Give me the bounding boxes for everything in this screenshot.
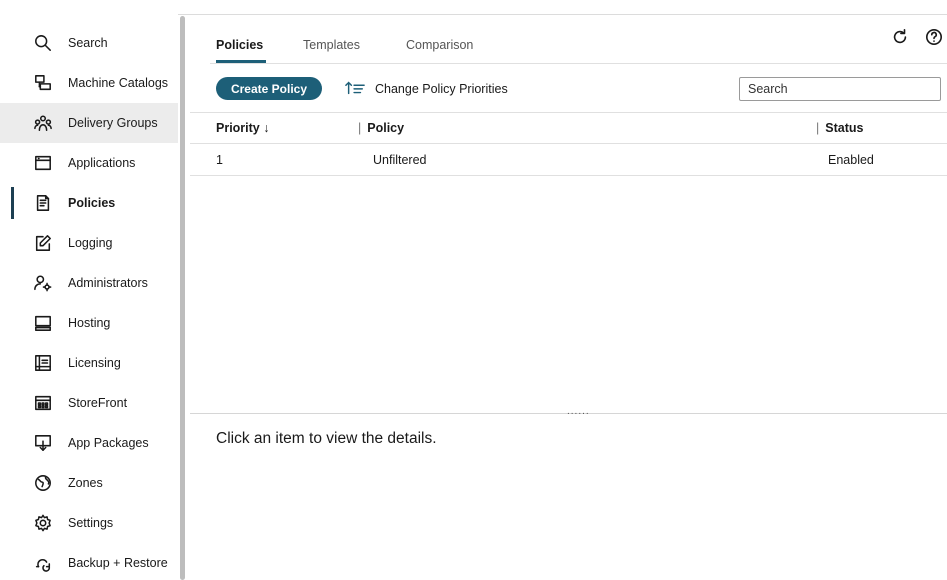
change-priorities-label: Change Policy Priorities — [375, 82, 508, 96]
tab-templates[interactable]: Templates — [303, 38, 360, 52]
sidebar-item-label: Administrators — [68, 276, 148, 290]
search-icon — [33, 33, 53, 53]
create-policy-button[interactable]: Create Policy — [216, 77, 322, 100]
column-header-policy[interactable]: | Policy — [358, 121, 404, 135]
sidebar-item-licensing[interactable]: Licensing — [0, 343, 178, 383]
logging-icon — [33, 233, 53, 253]
table-header: Priority ↓ | Policy | Status — [190, 112, 947, 144]
sidebar-scrollbar[interactable] — [180, 16, 185, 580]
sidebar-item-label: Hosting — [68, 316, 111, 330]
delivery-groups-icon — [33, 113, 53, 133]
sidebar-item-app-packages[interactable]: App Packages — [0, 423, 178, 463]
cell-priority: 1 — [216, 152, 223, 167]
sidebar-item-label: App Packages — [68, 436, 149, 450]
details-placeholder: Click an item to view the details. — [216, 430, 437, 447]
zones-icon — [33, 473, 53, 493]
search-input[interactable] — [739, 77, 941, 101]
sidebar-item-policies[interactable]: Policies — [0, 183, 178, 223]
main-panel: Policies Templates Comparison Create Pol… — [190, 15, 947, 580]
sidebar-item-applications[interactable]: Applications — [0, 143, 178, 183]
sidebar-item-label: Zones — [68, 476, 103, 490]
sidebar-item-administrators[interactable]: Administrators — [0, 263, 178, 303]
sidebar-item-machine-catalogs[interactable]: Machine Catalogs — [0, 63, 178, 103]
cell-status: Enabled — [828, 152, 874, 167]
column-header-policy-label: Policy — [367, 121, 405, 135]
column-header-priority[interactable]: Priority ↓ — [216, 121, 270, 135]
settings-icon — [33, 513, 53, 533]
splitter-grip[interactable]: ...... — [567, 406, 590, 417]
machine-catalogs-icon — [33, 73, 53, 93]
sidebar-item-label: Delivery Groups — [68, 116, 158, 130]
policies-icon — [33, 193, 53, 213]
sidebar-item-label: Applications — [68, 156, 136, 170]
tab-policies[interactable]: Policies — [216, 38, 263, 52]
refresh-icon[interactable] — [890, 27, 910, 47]
sidebar-item-label: Logging — [68, 236, 113, 250]
sidebar-item-label: Licensing — [68, 356, 121, 370]
tab-bar: Policies Templates Comparison — [190, 15, 947, 65]
sidebar-item-zones[interactable]: Zones — [0, 463, 178, 503]
change-priorities-button[interactable]: Change Policy Priorities — [345, 79, 508, 99]
sidebar-item-label: StoreFront — [68, 396, 128, 410]
sidebar-item-backup-restore[interactable]: Backup + Restore — [0, 543, 178, 580]
sidebar-item-hosting[interactable]: Hosting — [0, 303, 178, 343]
sidebar-item-storefront[interactable]: StoreFront — [0, 383, 178, 423]
column-header-status[interactable]: | Status — [816, 121, 863, 135]
licensing-icon — [33, 353, 53, 373]
tab-divider — [210, 63, 947, 64]
toolbar: Create Policy Change Policy Priorities — [190, 73, 947, 107]
sidebar-item-label: Policies — [68, 196, 116, 210]
table-row[interactable]: 1 Unfiltered Enabled — [190, 144, 947, 176]
applications-icon — [33, 153, 53, 173]
cell-policy: Unfiltered — [373, 152, 427, 167]
sidebar-item-logging[interactable]: Logging — [0, 223, 178, 263]
sidebar-item-label: Backup + Restore — [68, 556, 168, 570]
column-header-status-label: Status — [825, 121, 864, 135]
help-icon[interactable] — [924, 27, 944, 47]
sidebar-item-search[interactable]: Search — [0, 23, 178, 63]
storefront-icon — [33, 393, 53, 413]
policies-table: Priority ↓ | Policy | Status 1 Unfiltered … — [190, 112, 947, 176]
sidebar-item-delivery-groups[interactable]: Delivery Groups — [0, 103, 178, 143]
administrators-icon — [33, 273, 53, 293]
sidebar-item-label: Settings — [68, 516, 114, 530]
app-packages-icon — [33, 433, 53, 453]
backup-restore-icon — [33, 553, 53, 573]
tab-comparison[interactable]: Comparison — [406, 38, 473, 52]
sidebar-item-label: Machine Catalogs — [68, 76, 169, 90]
sort-priority-icon — [345, 80, 365, 99]
sidebar-item-label: Search — [68, 36, 108, 50]
sidebar-item-settings[interactable]: Settings — [0, 503, 178, 543]
sidebar: Search Machine Catalogs Delivery Groups … — [0, 0, 178, 580]
hosting-icon — [33, 313, 53, 333]
